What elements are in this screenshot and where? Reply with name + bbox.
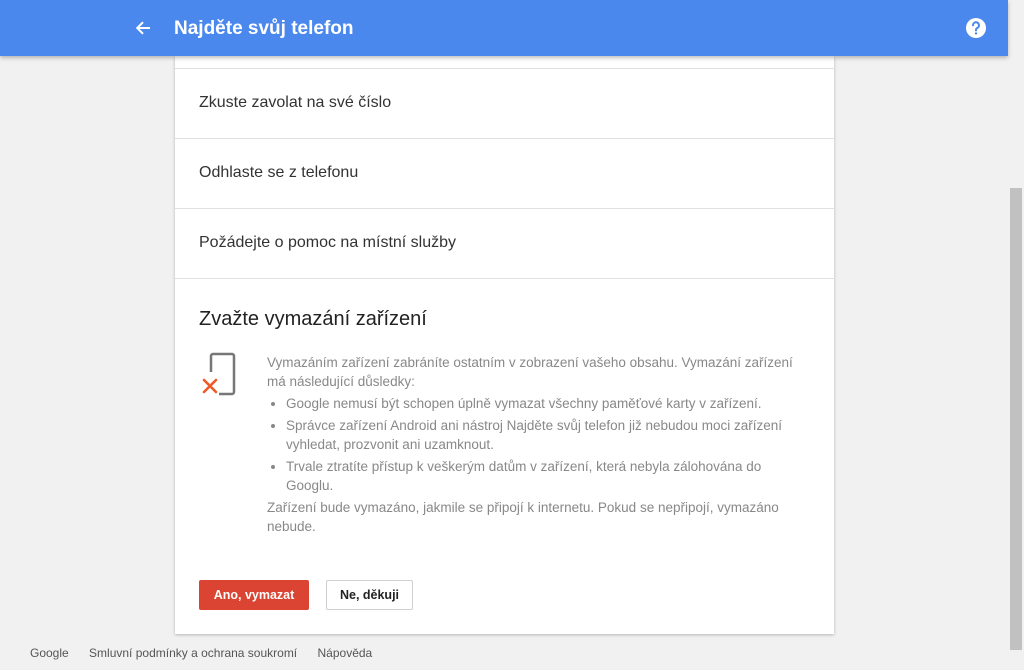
footer-link-help[interactable]: Nápověda <box>318 646 373 660</box>
option-label: Požádejte o pomoc na místní služby <box>199 234 457 251</box>
scrollbar[interactable] <box>1008 0 1024 670</box>
wipe-intro: Vymazáním zařízení zabráníte ostatním v … <box>267 355 793 389</box>
recovery-options-card: Zkuste zavolat na své číslo Odhlaste se … <box>175 56 834 634</box>
arrow-left-icon <box>135 21 150 35</box>
option-local-services[interactable]: Požádejte o pomoc na místní služby <box>175 208 834 278</box>
divider <box>175 278 834 280</box>
wipe-note: Zařízení bude vymazáno, jakmile se připo… <box>267 500 779 534</box>
erase-confirm-button[interactable]: Ano, vymazat <box>199 580 309 610</box>
help-button[interactable] <box>965 17 987 39</box>
wipe-section-title: Zvažte vymazání zařízení <box>199 308 427 330</box>
option-sign-out[interactable]: Odhlaste se z telefonu <box>175 138 834 208</box>
app-bar: Najděte svůj telefon <box>0 0 1008 56</box>
footer: Google Smluvní podmínky a ochrana soukro… <box>30 646 389 660</box>
list-item: Trvale ztratíte přístup k veškerým datům… <box>286 457 809 495</box>
page-title: Najděte svůj telefon <box>174 18 354 39</box>
footer-link-google[interactable]: Google <box>30 646 69 660</box>
wipe-description: Vymazáním zařízení zabráníte ostatním v … <box>267 353 809 536</box>
footer-link-terms-privacy[interactable]: Smluvní podmínky a ochrana soukromí <box>89 646 297 660</box>
help-circle-icon <box>966 18 986 38</box>
list-item: Google nemusí být schopen úplně vymazat … <box>286 394 809 413</box>
list-item: Správce zařízení Android ani nástroj Naj… <box>286 416 809 454</box>
scrollbar-thumb[interactable] <box>1010 188 1022 650</box>
option-label: Odhlaste se z telefonu <box>199 164 359 181</box>
option-label: Zkuste zavolat na své číslo <box>199 94 392 111</box>
erase-cancel-button[interactable]: Ne, děkuji <box>326 580 413 610</box>
back-button[interactable] <box>128 12 160 44</box>
option-call-number[interactable]: Zkuste zavolat na své číslo <box>175 68 834 138</box>
phone-erase-icon <box>202 352 236 398</box>
consequence-list: Google nemusí být schopen úplně vymazat … <box>267 394 809 495</box>
